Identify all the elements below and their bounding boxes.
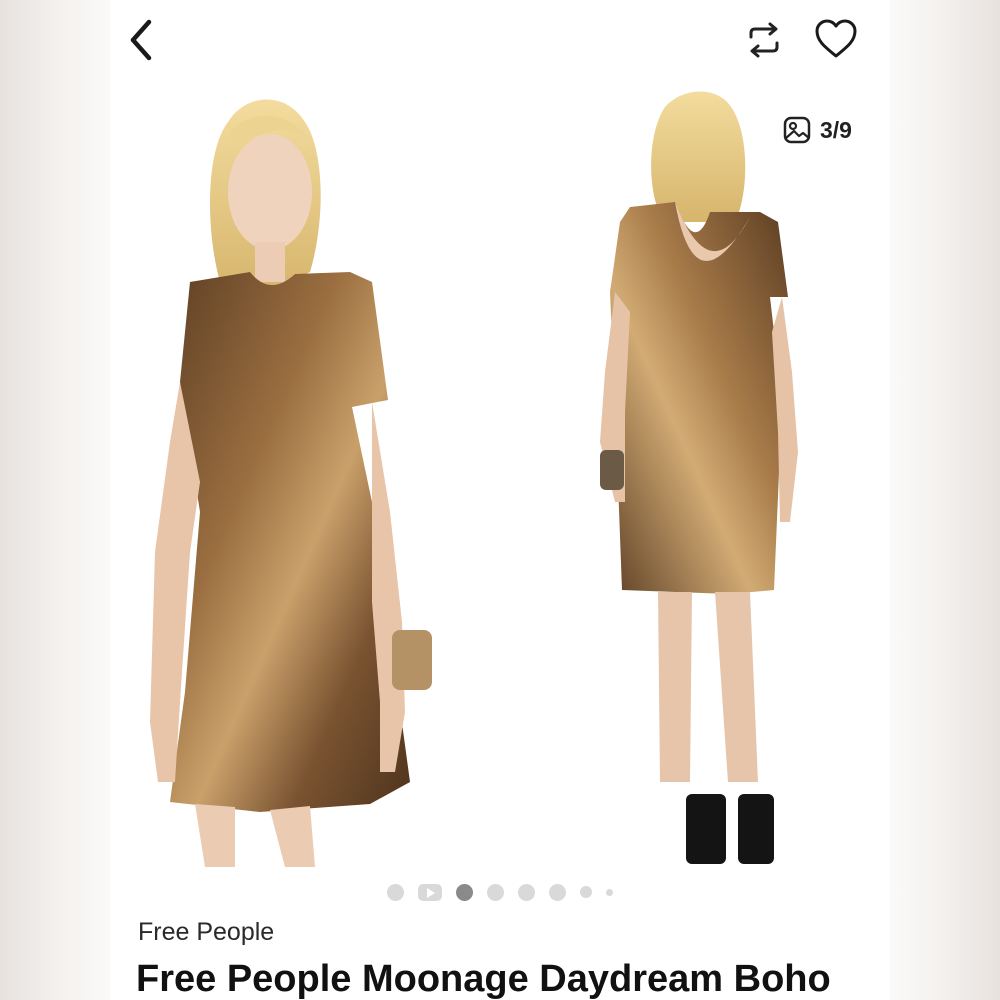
- carousel-dots: [110, 880, 890, 904]
- image-counter-text: 3/9: [820, 116, 852, 143]
- carousel-dot-active[interactable]: [456, 883, 473, 901]
- image-icon: [783, 116, 811, 144]
- back-button[interactable]: [122, 16, 162, 64]
- brand-link[interactable]: Free People: [138, 918, 274, 947]
- product-photo: [110, 82, 890, 872]
- carousel-dot[interactable]: [606, 888, 613, 896]
- chevron-left-icon: [130, 19, 152, 61]
- carousel-dot[interactable]: [387, 883, 404, 901]
- listing-title: Free People Moonage Daydream Boho: [136, 958, 831, 1000]
- carousel-dot[interactable]: [580, 886, 592, 898]
- like-button[interactable]: [810, 14, 862, 64]
- carousel-dot[interactable]: [549, 883, 566, 901]
- carousel-dot[interactable]: [518, 883, 535, 901]
- image-counter: 3/9: [774, 110, 864, 150]
- heart-icon: [815, 19, 857, 58]
- top-bar: [110, 0, 890, 80]
- repost-button[interactable]: [738, 16, 790, 64]
- product-image-gallery[interactable]: 3/9: [110, 82, 890, 872]
- carousel-dot[interactable]: [487, 883, 504, 901]
- repost-icon: [749, 22, 779, 58]
- product-screen: 3/9 Free People Free People Moonage Dayd…: [110, 0, 890, 1000]
- carousel-dot-video[interactable]: [418, 883, 442, 901]
